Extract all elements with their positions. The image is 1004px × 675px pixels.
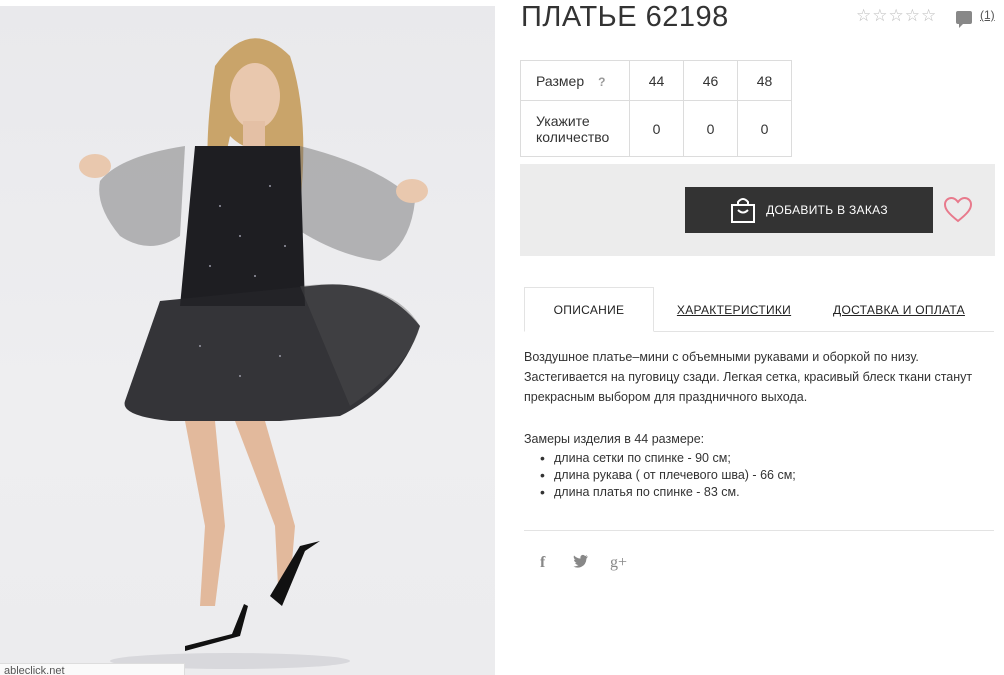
google-plus-icon[interactable]: g+	[610, 554, 627, 572]
image-source-url: ableclick.net	[0, 663, 185, 675]
dress-model-illustration	[79, 38, 428, 669]
quantity-input-48[interactable]: 0	[737, 100, 792, 157]
tab-description[interactable]: ОПИСАНИЕ	[524, 287, 654, 332]
tab-characteristics[interactable]: ХАРАКТЕРИСТИКИ	[674, 287, 794, 332]
divider	[524, 530, 994, 531]
order-panel: ДОБАВИТЬ В ЗАКАЗ	[520, 164, 995, 256]
reviews-count-link[interactable]: (1)	[980, 8, 995, 22]
size-48: 48	[737, 60, 792, 101]
list-item: длина платья по спинке - 83 см.	[524, 484, 796, 501]
measurements-list: длина сетки по спинке - 90 см; длина рук…	[524, 450, 796, 501]
heart-icon[interactable]	[944, 197, 972, 223]
comment-icon[interactable]	[956, 11, 972, 28]
size-label: Размер?	[520, 60, 630, 101]
facebook-icon[interactable]: f	[540, 554, 545, 572]
size-help-icon[interactable]: ?	[598, 75, 605, 89]
product-description: Воздушное платье–мини с объемными рукава…	[524, 350, 973, 404]
product-image[interactable]: ableclick.net	[0, 6, 495, 675]
product-tabs: ОПИСАНИЕ ХАРАКТЕРИСТИКИ ДОСТАВКА И ОПЛАТ…	[524, 287, 994, 332]
size-44: 44	[629, 60, 684, 101]
rating-stars[interactable]: ☆☆☆☆☆	[856, 6, 937, 26]
measurements-title: Замеры изделия в 44 размере:	[524, 432, 705, 446]
size-table: Размер? 44 46 48 Укажите количество 0 0 …	[520, 60, 792, 157]
twitter-bird-icon	[573, 554, 588, 568]
list-item: длина сетки по спинке - 90 см;	[524, 450, 796, 467]
quantity-input-44[interactable]: 0	[629, 100, 684, 157]
size-46: 46	[683, 60, 738, 101]
quantity-label: Укажите количество	[520, 100, 630, 157]
measurements-block: Замеры изделия в 44 размере: длина сетки…	[524, 432, 796, 501]
add-to-order-label: ДОБАВИТЬ В ЗАКАЗ	[766, 203, 888, 217]
list-item: длина рукава ( от плечевого шва) - 66 см…	[524, 467, 796, 484]
twitter-icon[interactable]	[573, 554, 589, 573]
quantity-input-46[interactable]: 0	[683, 100, 738, 157]
product-title: ПЛАТЬЕ 62198	[521, 1, 729, 33]
tab-delivery-payment[interactable]: ДОСТАВКА И ОПЛАТА	[831, 287, 967, 332]
shopping-bag-icon	[731, 198, 756, 223]
add-to-order-button[interactable]: ДОБАВИТЬ В ЗАКАЗ	[685, 187, 933, 233]
